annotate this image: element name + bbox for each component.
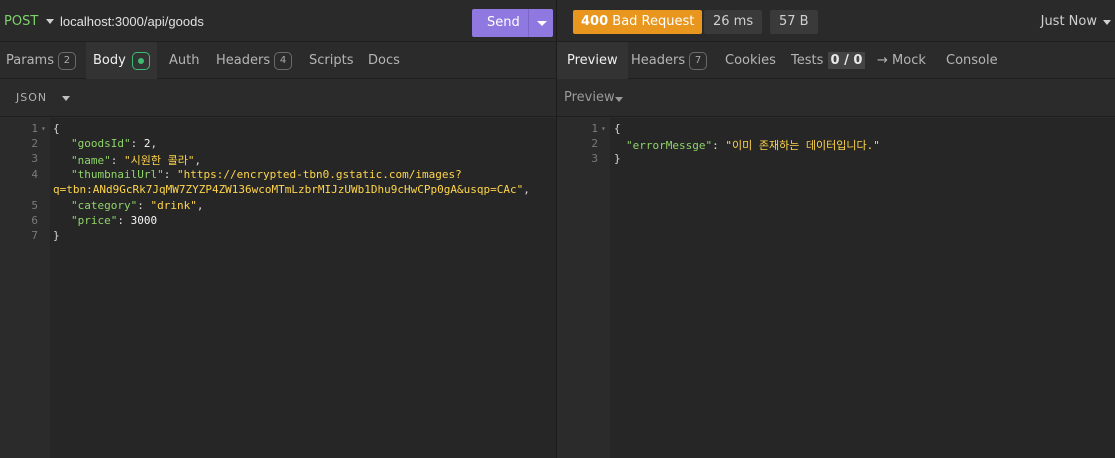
body-format-selector[interactable]: JSON <box>16 91 47 104</box>
code-line-price: "price": 3000 <box>71 214 158 227</box>
fold-arrow-icon[interactable]: ▾ <box>41 124 46 133</box>
tab-body[interactable]: Body <box>86 42 157 79</box>
tab-params[interactable]: Params 2 <box>0 42 82 79</box>
params-count-badge: 2 <box>57 51 76 70</box>
line-number: 4 <box>31 168 38 181</box>
url-input[interactable]: localhost:3000/api/goods <box>60 14 204 29</box>
tab-label: Tests <box>791 53 824 68</box>
request-body-editor[interactable]: 1 ▾ 2 3 4 5 6 7 { "goodsId": 2, "name": … <box>0 118 556 458</box>
code-line-category: "category": "drink", <box>71 199 204 212</box>
tab-label: Body <box>93 53 126 68</box>
tab-docs[interactable]: Docs <box>362 42 406 79</box>
status-code: 400 <box>581 14 609 29</box>
code-line-thumbnail: "thumbnailUrl": "https://encrypted-tbn0.… <box>71 168 462 181</box>
line-number: 1 <box>31 122 38 135</box>
request-tabs: Params 2 Body Auth Headers 4 Scripts Docs <box>0 42 556 79</box>
tab-console[interactable]: Console <box>940 42 1004 79</box>
line-number: 5 <box>31 199 38 212</box>
tab-label: Scripts <box>309 53 354 68</box>
preview-mode-selector[interactable]: Preview <box>564 90 615 105</box>
code-line-name: "name": "시원한 콜라", <box>71 154 202 167</box>
line-number: 2 <box>31 137 38 150</box>
code-line-goodsid: "goodsId": 2, <box>71 137 158 150</box>
response-time: 26 ms <box>704 10 763 34</box>
tab-label: Params <box>6 53 54 68</box>
line-number: 2 <box>591 137 598 150</box>
send-divider <box>528 9 529 37</box>
code-close-brace: } <box>614 152 621 165</box>
tab-label: Auth <box>169 53 200 68</box>
fold-arrow-icon[interactable]: ▾ <box>601 124 606 133</box>
code-area[interactable]: { "goodsId": 2, "name": "시원한 콜라", "thumb… <box>50 118 556 458</box>
tab-label: Headers <box>216 53 271 68</box>
tab-label: → Mock <box>877 53 926 68</box>
tab-cookies[interactable]: Cookies <box>719 42 782 79</box>
tab-label: Console <box>946 53 998 68</box>
tab-label: Headers <box>631 53 686 68</box>
line-number-gutter: 1 ▾ 2 3 4 5 6 7 <box>0 118 50 458</box>
tab-label: Preview <box>567 53 618 68</box>
response-tabs: Preview Headers 7 Cookies Tests 0 / 0 → M… <box>557 42 1115 79</box>
http-method-selector[interactable]: POST <box>4 14 38 29</box>
tab-label: Cookies <box>725 53 776 68</box>
line-number-gutter: 1 ▾ 2 3 <box>557 118 610 458</box>
tab-tests[interactable]: Tests 0 / 0 <box>785 42 871 79</box>
response-meta-bar: 400 Bad Request 26 ms 57 B Just Now <box>557 0 1115 42</box>
status-text: Bad Request <box>612 14 695 29</box>
send-button[interactable]: Send <box>472 9 553 37</box>
tab-label: Docs <box>368 53 400 68</box>
code-area: { "errorMessge": "이미 존재하는 데이터입니다." } <box>610 118 1115 458</box>
tab-headers[interactable]: Headers 4 <box>210 42 298 79</box>
headers-count-badge: 4 <box>274 51 293 70</box>
send-button-label: Send <box>487 15 520 30</box>
tab-mock[interactable]: → Mock <box>871 42 932 79</box>
code-close-brace: } <box>53 229 60 242</box>
line-number: 3 <box>31 152 38 165</box>
chevron-down-icon[interactable] <box>615 97 623 102</box>
line-number: 1 <box>591 122 598 135</box>
status-badge: 400 Bad Request <box>573 10 703 34</box>
body-format-bar: JSON <box>0 79 556 117</box>
response-preview[interactable]: 1 ▾ 2 3 { "errorMessge": "이미 존재하는 데이터입니다… <box>557 118 1115 458</box>
code-line-thumbnail-wrap: q=tbn:ANd9GcRk7JqMW7ZYZP4ZW136wcoMTmLzbr… <box>53 183 530 196</box>
line-number: 3 <box>591 152 598 165</box>
code-open-brace: { <box>614 122 621 135</box>
chevron-down-icon[interactable] <box>62 96 70 101</box>
request-url-bar: POST localhost:3000/api/goods Send <box>0 0 556 42</box>
top-bar: POST localhost:3000/api/goods Send 400 B… <box>0 0 1115 42</box>
line-number: 6 <box>31 214 38 227</box>
chevron-down-icon[interactable] <box>46 19 54 24</box>
send-options-chevron-icon[interactable] <box>537 21 547 26</box>
response-headers-count-badge: 7 <box>689 51 708 70</box>
tab-auth[interactable]: Auth <box>163 42 205 79</box>
tab-scripts[interactable]: Scripts <box>303 42 359 79</box>
tests-score: 0 / 0 <box>827 52 866 69</box>
code-line-error: "errorMessge": "이미 존재하는 데이터입니다." <box>626 139 880 152</box>
body-active-dot-icon <box>131 51 150 70</box>
chevron-down-icon[interactable] <box>1103 20 1111 25</box>
tab-response-headers[interactable]: Headers 7 <box>625 42 713 79</box>
preview-mode-bar: Preview <box>557 79 1115 117</box>
tab-preview[interactable]: Preview <box>557 42 628 79</box>
code-open-brace: { <box>53 122 60 135</box>
history-selector[interactable]: Just Now <box>1041 14 1097 29</box>
response-size: 57 B <box>770 10 818 34</box>
line-number: 7 <box>31 229 38 242</box>
